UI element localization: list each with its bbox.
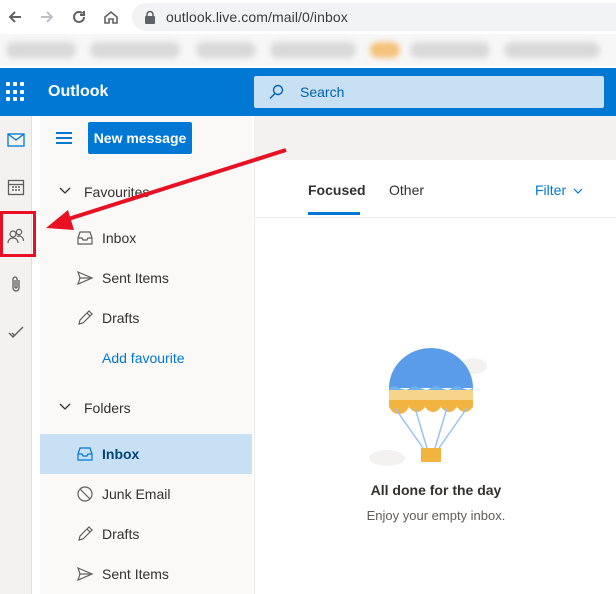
drafts-icon (78, 310, 93, 325)
todo-icon (8, 326, 24, 338)
app-title[interactable]: Outlook (48, 83, 108, 101)
favourite-item-label: Sent Items (102, 270, 169, 286)
back-arrow-icon (8, 11, 21, 23)
search-box[interactable]: Search (254, 76, 604, 108)
folder-item-drafts[interactable]: Drafts (40, 514, 252, 554)
inbox-icon (77, 231, 93, 245)
folder-item-label: Inbox (102, 446, 140, 462)
url-text: outlook.live.com/mail/0/inbox (166, 9, 348, 25)
todo-module-button[interactable] (4, 320, 28, 344)
inbox-tabs-bar: Focused Other Filter (255, 160, 616, 218)
files-module-button[interactable] (4, 272, 28, 296)
tab-other[interactable]: Other (389, 182, 424, 198)
filter-label: Filter (535, 182, 567, 198)
calendar-icon (7, 179, 25, 196)
chevron-down-icon (573, 188, 583, 194)
new-message-button[interactable]: New message (88, 122, 192, 154)
folder-pane: New message Favourites Inbox Sent Items … (40, 116, 252, 594)
favourite-item-drafts[interactable]: Drafts (40, 298, 252, 338)
address-bar[interactable]: outlook.live.com/mail/0/inbox (132, 3, 616, 31)
app-launcher-icon[interactable] (6, 82, 26, 102)
folder-item-junk[interactable]: Junk Email (40, 474, 252, 514)
filter-button[interactable]: Filter (535, 182, 583, 198)
mail-icon (7, 133, 25, 147)
attachment-icon (12, 276, 20, 292)
sent-icon (77, 566, 94, 582)
module-rail (0, 116, 32, 594)
folder-item-label: Junk Email (102, 486, 171, 502)
favourite-item-label: Inbox (102, 230, 137, 246)
empty-inbox-title: All done for the day (370, 482, 502, 498)
inbox-icon (77, 447, 93, 461)
lock-icon (145, 11, 155, 24)
folder-item-sent[interactable]: Sent Items (40, 554, 252, 594)
home-button[interactable] (100, 6, 122, 28)
reload-button[interactable] (68, 6, 90, 28)
forward-button[interactable] (36, 6, 58, 28)
sent-icon (77, 270, 94, 286)
search-icon (269, 84, 284, 99)
app-header: Outlook Search (0, 68, 616, 116)
folder-item-label: Drafts (102, 526, 140, 542)
mail-module-button[interactable] (4, 128, 28, 152)
empty-inbox-subtitle: Enjoy your empty inbox. (366, 508, 506, 523)
junk-icon (77, 486, 93, 502)
hamburger-menu-icon[interactable] (56, 132, 72, 144)
home-icon (104, 10, 118, 24)
favourite-item-label: Drafts (102, 310, 140, 326)
calendar-module-button[interactable] (4, 175, 28, 199)
add-favourite-link[interactable]: Add favourite (102, 350, 185, 366)
bookmarks-bar-blurred (0, 34, 616, 66)
folder-item-inbox[interactable]: Inbox (40, 434, 252, 474)
reload-icon (73, 10, 85, 23)
browser-chrome: outlook.live.com/mail/0/inbox (0, 0, 616, 68)
tab-focused[interactable]: Focused (308, 182, 366, 198)
favourites-heading: Favourites (84, 184, 150, 200)
favourite-item-inbox[interactable]: Inbox (40, 218, 252, 258)
hot-air-balloon-illustration (369, 348, 487, 466)
folder-item-label: Sent Items (102, 566, 169, 582)
chevron-down-icon (59, 403, 71, 410)
message-list-top-strip (254, 116, 616, 160)
chevron-down-icon (59, 187, 71, 194)
back-button[interactable] (4, 6, 26, 28)
active-tab-indicator (308, 212, 360, 215)
favourites-header[interactable]: Favourites (40, 177, 252, 207)
folders-header[interactable]: Folders (40, 393, 252, 423)
search-placeholder: Search (300, 84, 345, 100)
drafts-icon (78, 526, 93, 541)
message-list: Focused Other Filter All done for the da… (254, 160, 616, 594)
folders-heading: Folders (84, 400, 131, 416)
people-highlight-box (0, 211, 36, 257)
forward-arrow-icon (41, 11, 54, 23)
favourite-item-sent[interactable]: Sent Items (40, 258, 252, 298)
